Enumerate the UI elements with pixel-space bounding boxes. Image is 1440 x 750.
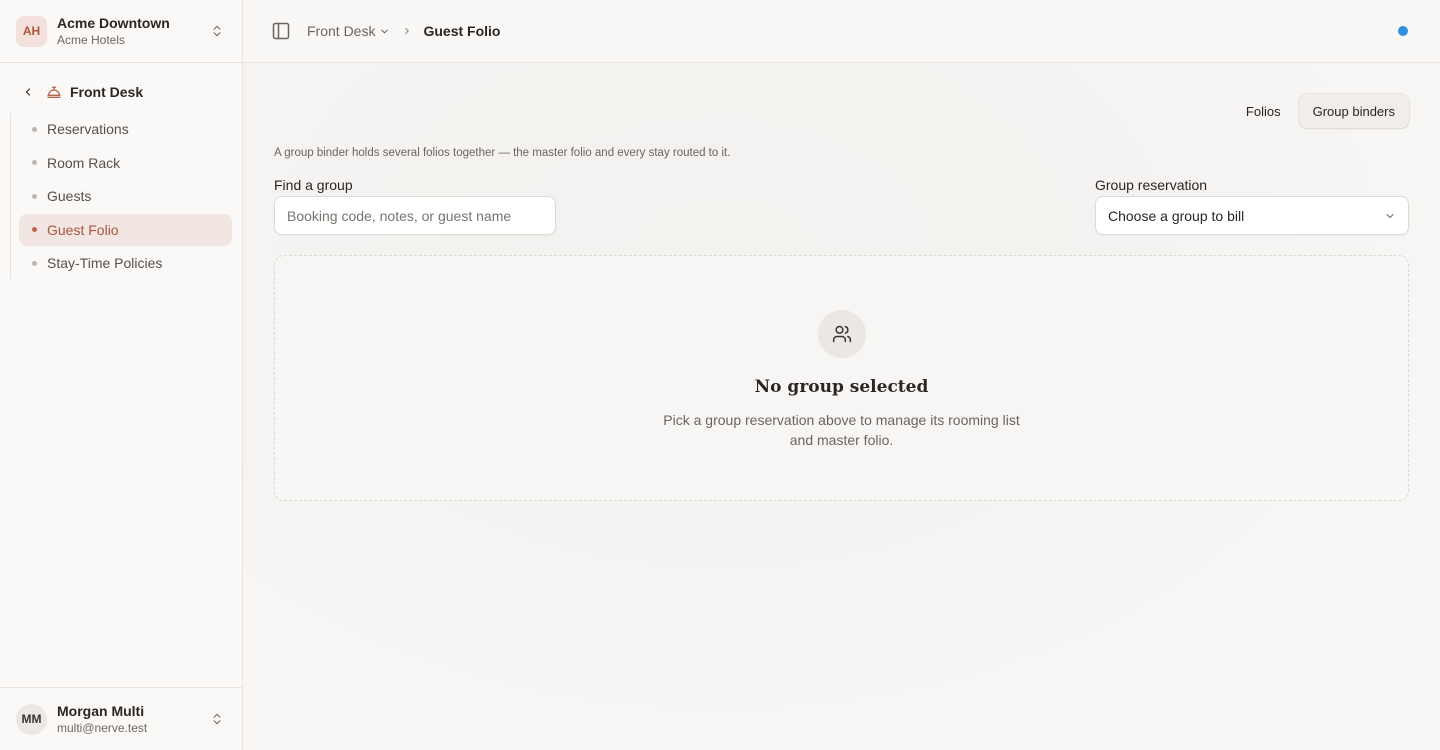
- sidebar-item-label: Guest Folio: [47, 221, 119, 238]
- breadcrumb-current: Guest Folio: [423, 23, 501, 39]
- status-indicator: [1398, 26, 1408, 36]
- empty-state-icon: [817, 310, 866, 358]
- chevron-right-icon: [405, 27, 410, 35]
- nav-back-front-desk[interactable]: Front Desk: [10, 81, 232, 103]
- group-reservation-label: Group reservation: [1095, 177, 1208, 193]
- empty-state-description: Pick a group reservation above to manage…: [663, 412, 1020, 448]
- chevrons-up-down-icon: [213, 713, 221, 725]
- nav-dot: [32, 126, 37, 132]
- user-email: multi@nerve.test: [57, 720, 148, 735]
- sidebar-item-guest-folio[interactable]: Guest Folio: [19, 213, 232, 246]
- empty-state: No group selected Pick a group reservati…: [274, 255, 1409, 501]
- group-reservation-select[interactable]: Choose a group to bill: [1095, 196, 1409, 235]
- sidebar-item-stay-time-policies[interactable]: Stay-Time Policies: [19, 247, 232, 279]
- group-reservation-value: Choose a group to bill: [1108, 207, 1245, 224]
- org-switcher[interactable]: AH Acme Downtown Acme Hotels: [0, 0, 242, 63]
- sidebar-toggle-icon[interactable]: [271, 21, 291, 41]
- sidebar-item-reservations[interactable]: Reservations: [19, 113, 232, 145]
- empty-state-title: No group selected: [754, 377, 929, 397]
- nav-dot: [32, 160, 37, 165]
- org-text: Acme Downtown Acme Hotels: [57, 15, 210, 47]
- breadcrumb: Front Desk Guest Folio: [307, 23, 500, 39]
- nav-section-title: Front Desk: [70, 84, 144, 100]
- view-switcher: Folios Group binders: [1232, 94, 1409, 128]
- sidebar-item-label: Reservations: [47, 121, 129, 137]
- chevron-left-icon: [25, 88, 31, 96]
- topbar: Front Desk Guest Folio: [243, 0, 1440, 63]
- breadcrumb-parent-label: Front Desk: [307, 23, 376, 39]
- sidebar-item-label: Guests: [47, 188, 92, 204]
- chevron-down-icon: [1386, 213, 1394, 218]
- org-avatar: AH: [16, 15, 47, 47]
- find-group-label: Find a group: [274, 177, 353, 193]
- sidebar-item-room-rack[interactable]: Room Rack: [19, 147, 232, 179]
- sidebar: AH Acme Downtown Acme Hotels Front Desk …: [0, 0, 243, 750]
- chevrons-up-down-icon: [213, 25, 221, 37]
- nav-list: Reservations Room Rack Guests Guest Foli…: [10, 113, 232, 279]
- page-hint: A group binder holds several folios toge…: [274, 147, 731, 159]
- user-name: Morgan Multi: [57, 702, 145, 719]
- org-name: Acme Downtown: [57, 14, 170, 31]
- main-area: Front Desk Guest Folio Folios Group bind…: [243, 0, 1440, 750]
- org-company: Acme Hotels: [57, 32, 126, 47]
- search-input[interactable]: [274, 196, 556, 235]
- app-root: AH Acme Downtown Acme Hotels Front Desk …: [0, 0, 1440, 750]
- nav-dot: [32, 227, 37, 232]
- avatar: MM: [16, 703, 47, 735]
- tab-folios[interactable]: Folios: [1232, 94, 1295, 128]
- users-icon: [832, 325, 851, 343]
- breadcrumb-parent[interactable]: Front Desk: [307, 23, 390, 39]
- concierge-bell-icon: [47, 86, 61, 98]
- sidebar-item-label: Room Rack: [47, 154, 121, 171]
- nav-dot: [32, 193, 37, 199]
- sidebar-nav: Front Desk Reservations Room Rack Guests: [0, 63, 242, 281]
- sidebar-item-guests[interactable]: Guests: [19, 180, 232, 212]
- tab-group-binders[interactable]: Group binders: [1298, 94, 1409, 128]
- sidebar-item-label: Stay-Time Policies: [47, 255, 163, 271]
- user-switcher[interactable]: MM Morgan Multi multi@nerve.test: [0, 687, 242, 750]
- chevron-down-icon: [381, 29, 389, 33]
- user-text: Morgan Multi multi@nerve.test: [57, 703, 210, 735]
- nav-dot: [32, 260, 37, 266]
